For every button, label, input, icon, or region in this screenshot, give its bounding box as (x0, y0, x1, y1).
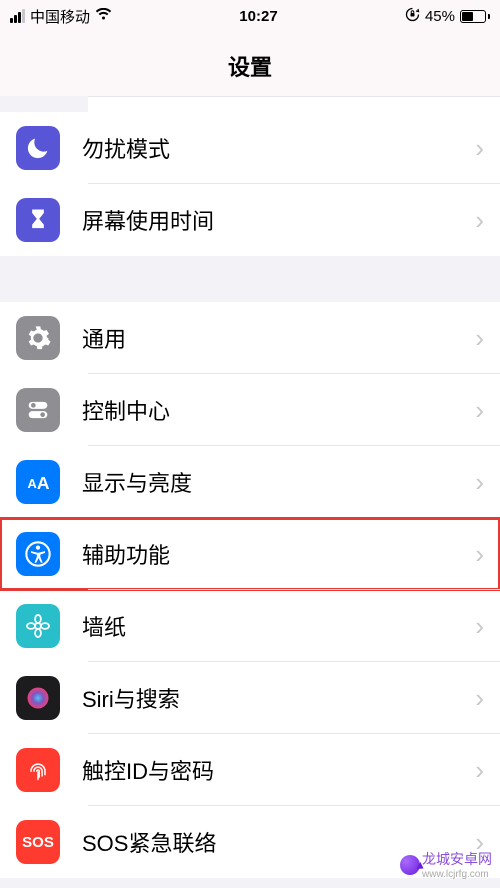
page-title: 设置 (0, 50, 500, 82)
chevron-right-icon: › (475, 539, 484, 570)
chevron-right-icon: › (475, 323, 484, 354)
battery-percent: 45% (425, 8, 455, 25)
accessibility-icon (16, 532, 60, 576)
row-label: 显示与亮度 (82, 466, 475, 498)
svg-text:A: A (37, 473, 50, 493)
row-label: 触控ID与密码 (82, 754, 475, 786)
battery-icon (460, 10, 490, 23)
moon-icon (16, 126, 60, 170)
rotation-lock-icon (405, 7, 420, 26)
textsize-icon: AA (16, 460, 60, 504)
flower-icon (16, 604, 60, 648)
clock: 10:27 (239, 8, 277, 25)
row-touchid[interactable]: 触控ID与密码 › (0, 734, 500, 806)
hourglass-icon (16, 198, 60, 242)
chevron-right-icon: › (475, 395, 484, 426)
row-label: 墙纸 (82, 610, 475, 642)
row-wallpaper[interactable]: 墙纸 › (0, 590, 500, 662)
chevron-right-icon: › (475, 611, 484, 642)
row-accessibility[interactable]: 辅助功能 › (0, 518, 500, 590)
row-label: 控制中心 (82, 394, 475, 426)
group-separator (0, 256, 500, 302)
row-display[interactable]: AA 显示与亮度 › (0, 446, 500, 518)
row-label: Siri与搜索 (82, 682, 475, 714)
watermark-logo-icon (400, 855, 420, 875)
status-bar: 中国移动 10:27 45% (0, 0, 500, 32)
chevron-right-icon: › (475, 205, 484, 236)
watermark: 龙城安卓网 www.lcjrfg.com (400, 849, 492, 880)
settings-group-1: 勿扰模式 › 屏幕使用时间 › (0, 112, 500, 256)
row-dnd[interactable]: 勿扰模式 › (0, 112, 500, 184)
fingerprint-icon (16, 748, 60, 792)
partial-previous-row (88, 96, 500, 112)
row-control-center[interactable]: 控制中心 › (0, 374, 500, 446)
page-header: 设置 (0, 32, 500, 96)
row-label: 通用 (82, 322, 475, 354)
chevron-right-icon: › (475, 755, 484, 786)
chevron-right-icon: › (475, 133, 484, 164)
sos-icon: SOS (16, 820, 60, 864)
carrier-label: 中国移动 (30, 6, 90, 27)
gear-icon (16, 316, 60, 360)
siri-icon (16, 676, 60, 720)
toggles-icon (16, 388, 60, 432)
row-screentime[interactable]: 屏幕使用时间 › (0, 184, 500, 256)
watermark-url: www.lcjrfg.com (422, 869, 492, 880)
chevron-right-icon: › (475, 683, 484, 714)
row-label: 辅助功能 (82, 538, 475, 570)
row-label: 勿扰模式 (82, 132, 475, 164)
row-general[interactable]: 通用 › (0, 302, 500, 374)
chevron-right-icon: › (475, 467, 484, 498)
wifi-icon (95, 8, 112, 25)
row-siri[interactable]: Siri与搜索 › (0, 662, 500, 734)
row-label: 屏幕使用时间 (82, 204, 475, 236)
signal-icon (10, 9, 25, 23)
svg-text:A: A (28, 476, 37, 491)
settings-group-2: 通用 › 控制中心 › AA 显示与亮度 › 辅助功能 › 墙纸 › Siri与… (0, 302, 500, 878)
watermark-text: 龙城安卓网 (422, 849, 492, 869)
